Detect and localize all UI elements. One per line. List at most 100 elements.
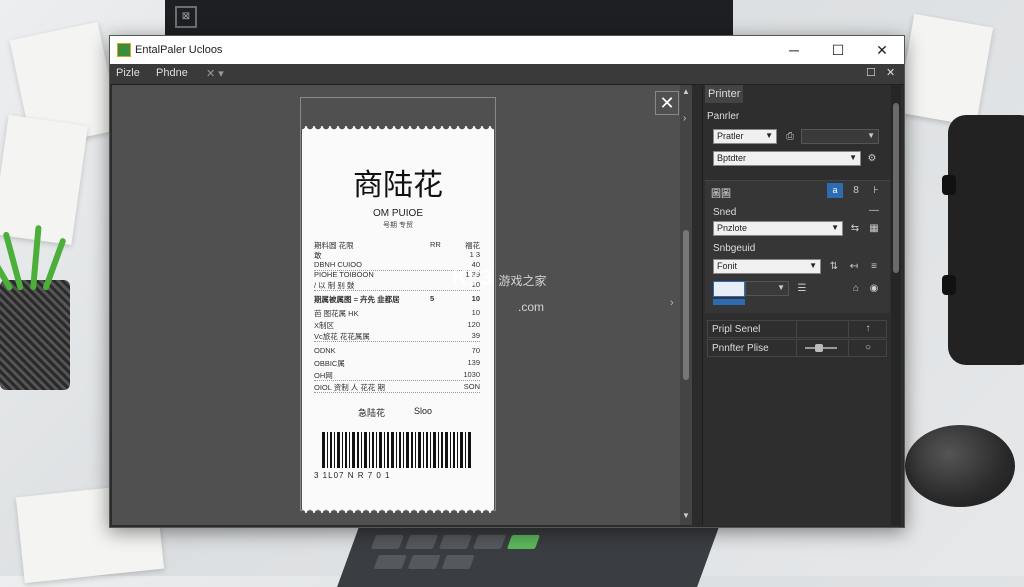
keyboard-key: [404, 535, 439, 549]
swap-icon[interactable]: ⇅: [827, 260, 841, 274]
barcode-bar: [418, 432, 421, 468]
printer-panel: Printer Panrler Pratler ▼ ⎙ ▼ Bptdter ▼ ⚙ …: [702, 85, 903, 525]
row-label: OIOL 资制 人 花花 期: [314, 383, 385, 392]
font-select-value: Fonit: [717, 261, 738, 271]
slider-cell[interactable]: [796, 340, 847, 356]
visibility-icon[interactable]: ◉: [867, 282, 881, 296]
color-select[interactable]: ▼: [745, 281, 789, 296]
receipt-row: OH网 1030: [314, 370, 480, 381]
barcode-bar: [369, 432, 370, 468]
minimize-button[interactable]: ─: [772, 36, 816, 64]
menu-item-phdne[interactable]: Phdne: [156, 67, 188, 79]
scroll-up-icon[interactable]: ▲: [682, 87, 690, 96]
row-value: 70: [471, 346, 480, 355]
font-select[interactable]: Fonit ▼: [713, 259, 821, 274]
secondary-select[interactable]: ▼: [801, 129, 879, 144]
printer-icon[interactable]: ⎙: [783, 130, 797, 144]
barcode-bar: [438, 432, 439, 468]
receipt-row: OIOL 资制 人 花花 期 SON: [314, 382, 480, 393]
barcode-bar: [450, 432, 451, 468]
circle-icon: ○: [864, 342, 872, 353]
barcode-bar: [403, 432, 404, 468]
grid-cell-icon[interactable]: ○: [848, 340, 887, 356]
receipt-row: X制区 120: [314, 320, 480, 330]
row-label: X制区: [314, 321, 335, 330]
row-label: OBBIC属: [314, 359, 345, 368]
scroll-thumb[interactable]: [683, 230, 689, 380]
barcode-bar: [384, 432, 385, 468]
barcode-bar: [327, 432, 328, 468]
chevron-down-icon: ▼: [867, 131, 875, 140]
barcode-bar: [322, 432, 325, 468]
printer-select[interactable]: Pratler ▼: [713, 129, 777, 144]
settings-icon[interactable]: ⚙: [865, 152, 879, 166]
close-preview-button[interactable]: ✕: [655, 91, 679, 115]
barcode-bar: [441, 432, 443, 468]
toolbar-c-button[interactable]: ⊦: [869, 184, 883, 198]
barcode: [322, 432, 472, 468]
grid-row-print-select[interactable]: Pripl Senel ↑: [707, 320, 887, 338]
barcode-bar: [415, 432, 416, 468]
barcode-bar: [379, 432, 382, 468]
mouse: [905, 425, 1015, 507]
size-select[interactable]: Pnzlote ▼: [713, 221, 843, 236]
barcode-bar: [357, 432, 359, 468]
chevron-down-icon: ▼: [777, 283, 785, 292]
receipt-subtitle: OM PUIOE: [372, 208, 423, 219]
menu-extra-icon[interactable]: ✕ ▾: [206, 67, 224, 80]
scroll-down-icon[interactable]: ▼: [682, 511, 690, 520]
barcode-bar: [399, 432, 401, 468]
grid-row-printer-phase[interactable]: Pnnfter Plise ○: [707, 339, 887, 357]
barcode-bar: [457, 432, 458, 468]
barcode-bar: [352, 432, 355, 468]
barcode-bar: [361, 432, 362, 468]
barcode-bar: [430, 432, 431, 468]
lock-icon[interactable]: ⌂: [849, 282, 863, 296]
keyboard-key: [506, 535, 541, 549]
collapse-icon[interactable]: —: [869, 205, 879, 216]
color-swatch[interactable]: [713, 281, 745, 297]
toolbar-a-button[interactable]: a: [827, 183, 843, 198]
barcode-bar: [406, 432, 409, 468]
maximize-button[interactable]: ☐: [816, 36, 860, 64]
receipt-row: 期料圆 花限 RR 福花: [314, 240, 480, 250]
grid-cell-icon[interactable]: ↑: [848, 321, 887, 337]
row-label: PIOHE TOIBOON: [314, 270, 374, 279]
receipt-row: OBBIC属 139: [314, 358, 480, 368]
toolbar-b-button[interactable]: 8: [849, 184, 863, 198]
row-value: 1 3: [469, 250, 480, 259]
barcode-bar: [337, 432, 340, 468]
print-preview-area[interactable]: 商陆花 OM PUIOE 号期 专贸 期料圆 花限 RR 福花 敢1 3 DBNH …: [112, 85, 692, 525]
menu-icon[interactable]: ≡: [867, 260, 881, 274]
scroll-right-icon[interactable]: ›: [683, 113, 686, 124]
link-icon[interactable]: ⇆: [848, 222, 862, 236]
side-arrow-icon[interactable]: ›: [670, 297, 674, 309]
paper-select[interactable]: Bptdter ▼: [713, 151, 861, 166]
plant-pot: [0, 280, 70, 390]
barcode-bar: [345, 432, 347, 468]
window-title: EntalPaler Ucloos: [135, 44, 223, 56]
panel-scrollbar[interactable]: [891, 85, 901, 525]
speaker-knob: [942, 175, 956, 195]
receipt-row: 敢1 3: [314, 250, 480, 260]
close-window-button[interactable]: ✕: [860, 36, 904, 64]
title-bar[interactable]: EntalPaler Ucloos ─ ☐ ✕: [110, 36, 904, 64]
barcode-bar: [334, 432, 335, 468]
panel-restore-icon[interactable]: ☐: [866, 66, 876, 79]
preview-scrollbar[interactable]: ▲ › ▼: [680, 85, 692, 525]
list-icon[interactable]: ☰: [795, 282, 809, 296]
app-icon: [117, 43, 131, 57]
arrow-left-icon[interactable]: ↤: [847, 260, 861, 274]
barcode-bar: [453, 432, 455, 468]
row-label: ODNK: [314, 346, 336, 355]
watermark-brand: 游戏之家: [498, 274, 547, 288]
panel-close-icon[interactable]: ✕: [886, 66, 895, 79]
paper-select-value: Bptdter: [717, 153, 747, 163]
slider-handle[interactable]: [815, 344, 823, 352]
menu-item-pizle[interactable]: Pizle: [116, 67, 140, 79]
barcode-bar: [349, 432, 350, 468]
tab-printer[interactable]: Printer: [705, 85, 743, 103]
grid-icon[interactable]: ▦: [867, 222, 881, 236]
panel-scroll-thumb[interactable]: [893, 103, 899, 273]
keyboard-key: [373, 555, 407, 569]
